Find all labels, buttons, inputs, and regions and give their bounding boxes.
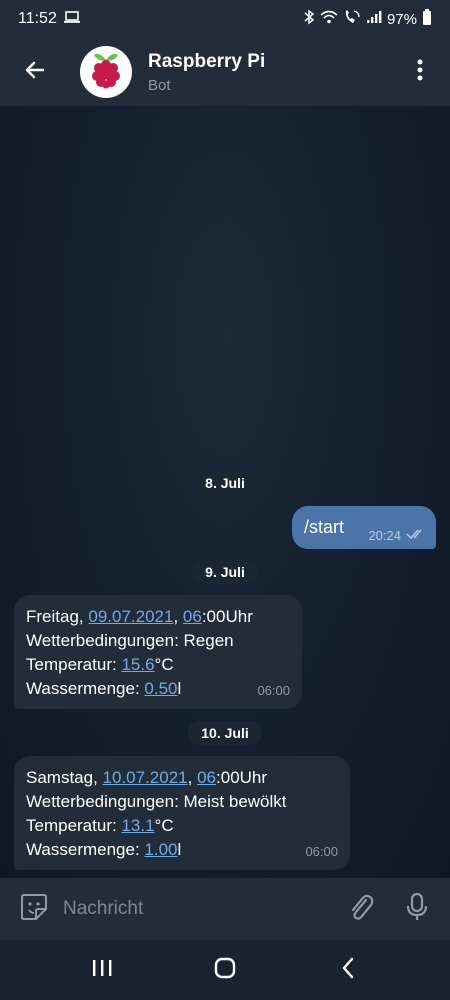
chat-title: Raspberry Pi	[148, 50, 266, 72]
raspberry-logo-icon	[89, 51, 123, 94]
recent-apps-button[interactable]	[72, 945, 132, 995]
chat-subtitle: Bot	[148, 76, 171, 94]
separator-text: ,	[187, 768, 198, 787]
water-label: Wassermenge:	[26, 840, 145, 859]
separator-text: ,	[173, 607, 183, 626]
battery-percent: 97%	[386, 10, 417, 28]
avatar[interactable]	[80, 46, 132, 98]
water-unit: l	[177, 840, 182, 859]
day-text: Freitag,	[26, 607, 89, 626]
message-time: 20:24	[368, 528, 401, 543]
water-line: Wassermenge: 1.00l	[26, 838, 338, 862]
status-left: 11:52	[18, 10, 81, 29]
arrow-left-icon	[23, 58, 47, 87]
message-line: Samstag, 10.07.2021, 06:00Uhr	[26, 766, 338, 790]
time-suffix: :00Uhr	[201, 607, 253, 626]
double-check-icon	[406, 528, 426, 543]
date-link[interactable]: 10.07.2021	[103, 768, 188, 787]
chat-header: Raspberry Pi Bot	[0, 38, 450, 106]
chat-title-block[interactable]: Raspberry Pi Bot	[148, 51, 265, 94]
date-separator: 9. Juli	[192, 560, 258, 584]
temp-label: Temperatur:	[26, 655, 122, 674]
incoming-message[interactable]: Samstag, 10.07.2021, 06:00Uhr Wetterbedi…	[14, 756, 350, 870]
outgoing-message[interactable]: /start 20:24	[292, 506, 436, 549]
wifi-icon	[320, 10, 338, 28]
temperature-line: Temperatur: 13.1°C	[26, 814, 338, 838]
hour-link[interactable]: 06	[197, 768, 216, 787]
date-link[interactable]: 09.07.2021	[88, 607, 173, 626]
message-meta: 20:24	[368, 528, 426, 543]
wifi-call-icon	[343, 9, 361, 29]
temp-label: Temperatur:	[26, 816, 122, 835]
status-bar: 11:52 97%	[0, 0, 450, 38]
message-time: 06:00	[305, 844, 338, 859]
day-text: Samstag,	[26, 768, 103, 787]
microphone-icon	[406, 892, 428, 927]
temp-unit: °C	[154, 655, 174, 674]
back-button[interactable]	[6, 38, 64, 106]
message-time: 06:00	[257, 683, 290, 698]
chevron-left-icon	[340, 956, 356, 985]
status-time: 11:52	[18, 10, 57, 27]
attach-button[interactable]	[344, 892, 378, 926]
system-navigation-bar	[0, 940, 450, 1000]
back-nav-button[interactable]	[318, 945, 378, 995]
laptop-icon	[63, 10, 81, 29]
water-link[interactable]: 1.00	[144, 840, 177, 859]
time-suffix: :00Uhr	[216, 768, 268, 787]
hour-link[interactable]: 06	[183, 607, 202, 626]
sticker-button[interactable]	[17, 892, 51, 926]
incoming-message[interactable]: Freitag, 09.07.2021, 06:00Uhr Wetterbedi…	[14, 595, 302, 709]
more-vertical-icon	[417, 59, 423, 86]
water-link[interactable]: 0.50	[144, 679, 177, 698]
temp-link[interactable]: 15.6	[121, 655, 154, 674]
home-icon	[213, 956, 237, 985]
message-input[interactable]	[63, 898, 323, 920]
message-input-bar	[0, 878, 450, 940]
paperclip-icon	[347, 892, 375, 927]
chat-area[interactable]: 8. Juli /start 20:24 9. Juli Freitag, 09…	[0, 106, 450, 878]
recent-apps-icon	[90, 958, 114, 983]
date-separator: 8. Juli	[193, 471, 257, 495]
temp-unit: °C	[154, 816, 174, 835]
message-text: /start	[304, 517, 345, 537]
bluetooth-icon	[303, 9, 315, 29]
sticker-icon	[19, 892, 49, 927]
temperature-line: Temperatur: 15.6°C	[26, 653, 290, 677]
date-separator: 10. Juli	[188, 721, 262, 745]
microphone-button[interactable]	[400, 892, 434, 926]
home-button[interactable]	[195, 945, 255, 995]
weather-line: Wetterbedingungen: Meist bewölkt	[26, 792, 287, 811]
status-right: 97%	[303, 9, 432, 29]
water-label: Wassermenge:	[26, 679, 145, 698]
water-line: Wassermenge: 0.50l	[26, 677, 290, 701]
signal-icon	[366, 10, 382, 28]
more-menu-button[interactable]	[400, 38, 440, 106]
temp-link[interactable]: 13.1	[121, 816, 154, 835]
message-line: Freitag, 09.07.2021, 06:00Uhr	[26, 605, 290, 629]
weather-line: Wetterbedingungen: Regen	[26, 631, 234, 650]
water-unit: l	[177, 679, 182, 698]
battery-icon	[422, 9, 432, 29]
